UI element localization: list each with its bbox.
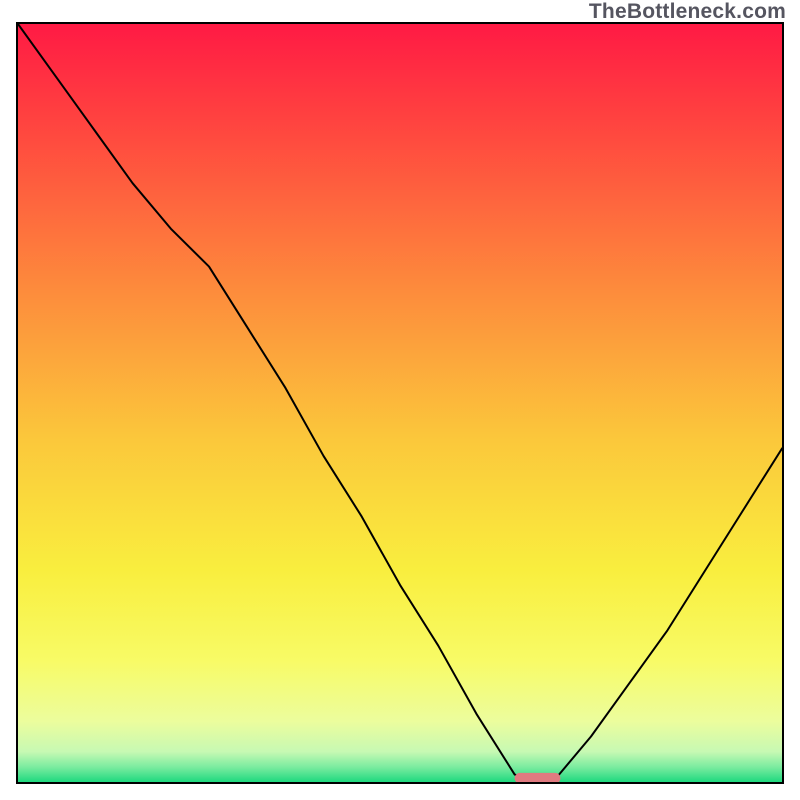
attribution-text: TheBottleneck.com — [589, 0, 786, 24]
bottleneck-chart: TheBottleneck.com — [0, 0, 800, 800]
heat-gradient — [18, 24, 782, 782]
plot-area — [16, 22, 784, 784]
